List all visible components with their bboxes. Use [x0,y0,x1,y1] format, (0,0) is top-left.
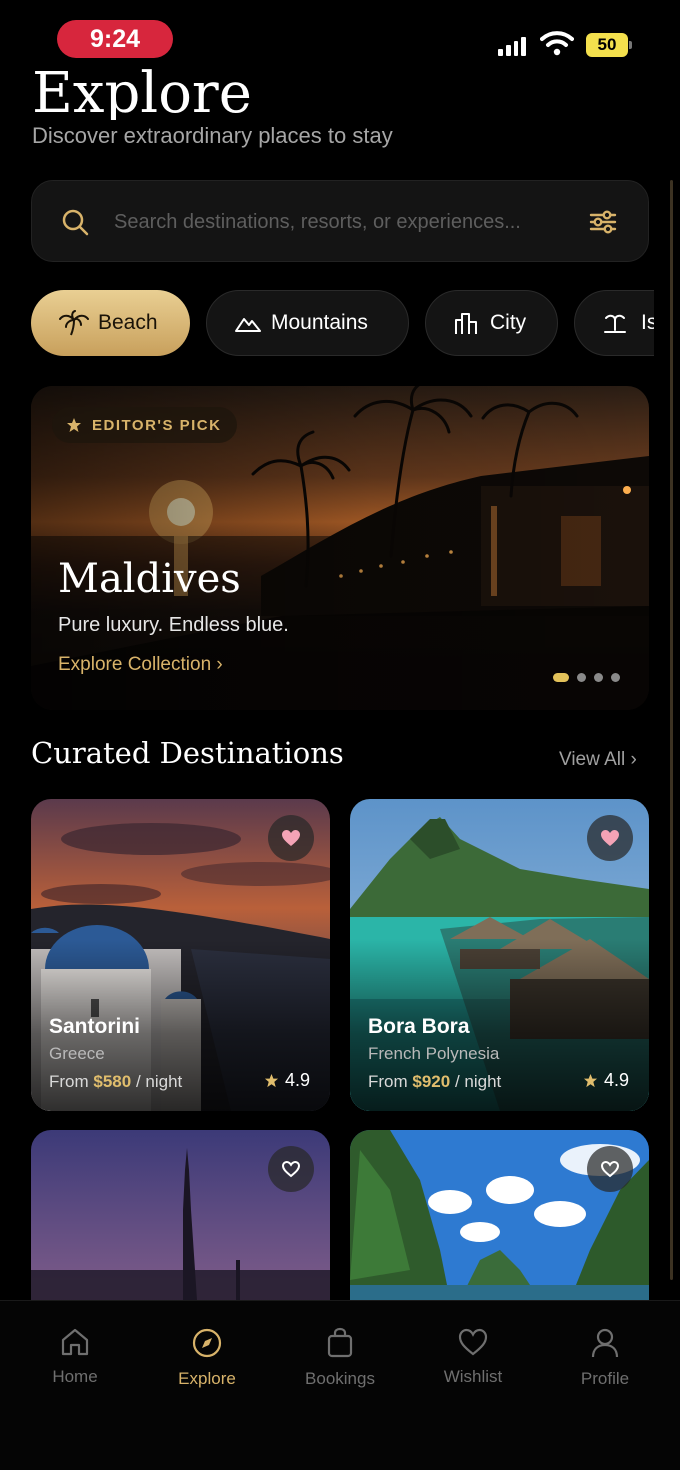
palm-tree-icon [59,310,89,336]
hero-title: Maldives [58,556,241,602]
search-input[interactable] [114,203,584,241]
tab-label: Profile [580,1369,630,1388]
category-chip-label: City [490,311,527,334]
destination-price: From $920 / night [368,1072,502,1091]
destination-card-santorini[interactable]: Santorini Greece From $580 / night 4.9 [31,799,330,1111]
category-chip-label: Mountains [271,311,368,334]
category-chip-city[interactable]: City [425,290,558,356]
page-title: Explore [32,61,252,120]
mountain-icon [235,318,261,332]
bag-icon [327,1327,353,1358]
carousel-dots [553,672,620,682]
destination-rating: 4.9 [264,1070,310,1091]
editors-pick-badge: EDITOR'S PICK [52,407,238,443]
tab-label: Home [52,1367,98,1386]
category-chip-beach[interactable]: Beach [31,290,190,356]
favorite-button[interactable] [268,815,314,861]
destination-country: Greece [49,1044,105,1063]
carousel-dot[interactable] [611,672,620,682]
heart-filled-icon [601,830,619,846]
cellular-signal-icon [498,36,526,56]
explore-collection-link[interactable]: Explore Collection › [58,654,223,676]
destination-card-lagoon[interactable] [350,1130,649,1300]
battery-icon: 50 [586,33,632,57]
tab-label: Explore [178,1369,236,1388]
heart-icon [458,1328,488,1356]
heart-outline-icon [600,1160,620,1178]
heart-outline-icon [281,1160,301,1178]
destination-price: From $580 / night [49,1072,183,1091]
featured-hero-card[interactable]: EDITOR'S PICK Maldives Pure luxury. Endl… [31,386,649,710]
search-icon [62,209,89,236]
home-icon [61,1328,89,1356]
star-icon [67,418,81,432]
favorite-button[interactable] [587,815,633,861]
page-subtitle: Discover extraordinary places to stay [32,123,393,148]
bottom-tab-bar: Home Explore Bookings Wishlist Profile [0,1300,680,1470]
tab-profile[interactable]: Profile [545,1327,665,1397]
filter-sliders-icon[interactable] [588,207,618,237]
favorite-button[interactable] [268,1146,314,1192]
carousel-dot[interactable] [553,672,569,682]
compass-icon [192,1328,222,1358]
star-icon [264,1073,279,1088]
scrollbar[interactable] [670,180,673,1280]
star-icon [583,1073,598,1088]
tab-explore[interactable]: Explore [147,1327,267,1397]
battery-level: 50 [586,33,628,57]
destination-country: French Polynesia [368,1044,500,1063]
destination-card-bora-bora[interactable]: Bora Bora French Polynesia From $920 / n… [350,799,649,1111]
tab-home[interactable]: Home [15,1327,135,1397]
destination-card-dubai[interactable] [31,1130,330,1300]
city-icon [455,313,477,334]
category-chip-label: Is [641,311,654,334]
favorite-button[interactable] [587,1146,633,1192]
destination-rating: 4.9 [583,1070,629,1091]
tab-wishlist[interactable]: Wishlist [413,1327,533,1397]
wifi-icon [540,31,574,56]
category-chip-mountains[interactable]: Mountains [206,290,409,356]
destination-name: Bora Bora [368,1015,470,1038]
view-all-link[interactable]: View All › [559,749,637,771]
carousel-dot[interactable] [577,672,586,682]
island-icon [604,314,626,333]
tab-label: Wishlist [443,1367,503,1386]
category-chips: Beach Mountains City Is [31,290,654,356]
heart-filled-icon [282,830,300,846]
editors-pick-label: EDITOR'S PICK [92,416,222,434]
carousel-dot[interactable] [594,672,603,682]
hero-tagline: Pure luxury. Endless blue. [58,614,289,636]
tab-label: Bookings [305,1369,375,1388]
tab-bookings[interactable]: Bookings [280,1327,400,1397]
user-icon [591,1328,619,1358]
category-chip-label: Beach [98,311,158,334]
section-title: Curated Destinations [31,736,344,770]
search-bar[interactable] [31,180,649,262]
category-chip-islands[interactable]: Is [574,290,654,356]
destination-name: Santorini [49,1015,141,1038]
